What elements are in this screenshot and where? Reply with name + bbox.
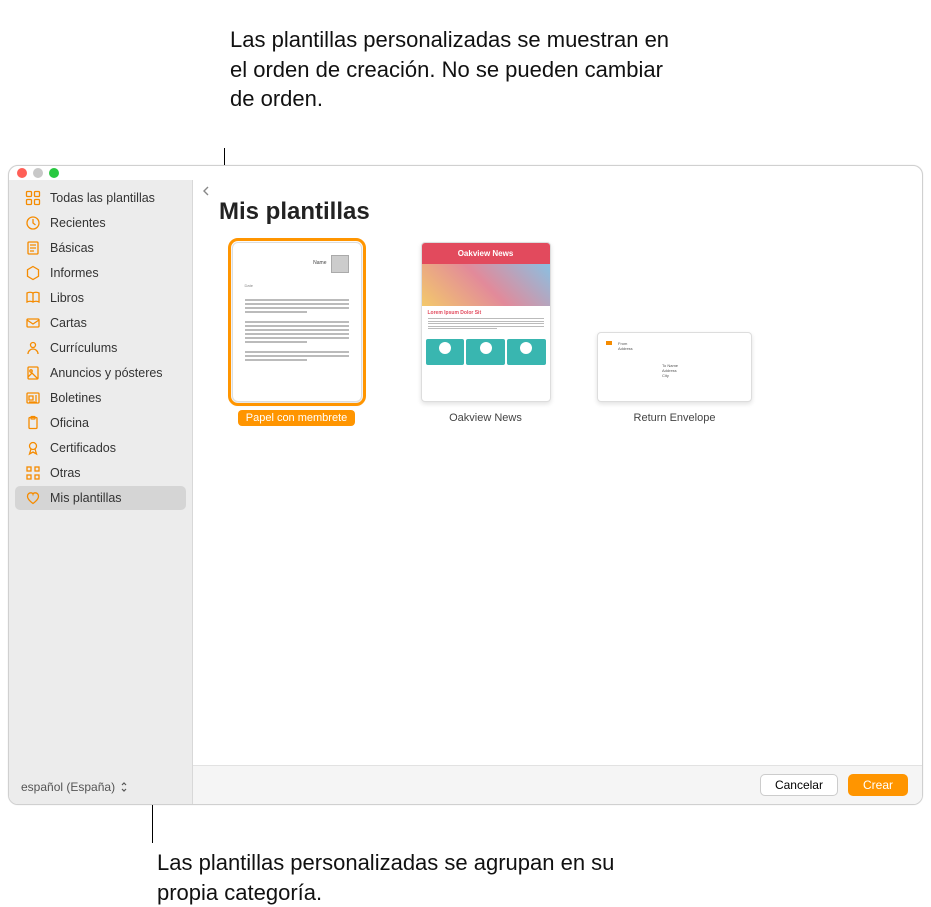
template-thumbnail: Name Date [232, 242, 362, 402]
window-body: Todas las plantillas Recientes Básicas I… [9, 180, 922, 804]
cancel-button[interactable]: Cancelar [760, 774, 838, 796]
template-item-oakview-news[interactable]: Oakview News Lorem Ipsum Dolor Sit Oakvi… [408, 242, 563, 426]
sidebar-list: Todas las plantillas Recientes Básicas I… [9, 186, 192, 772]
template-thumbnail: Oakview News Lorem Ipsum Dolor Sit [421, 242, 551, 402]
template-thumbnail: FromAddress To NameAddressCity [597, 332, 752, 402]
sidebar-item-label: Informes [50, 266, 99, 280]
close-window-button[interactable] [17, 168, 27, 178]
hex-icon [25, 265, 41, 281]
envelope-icon [25, 315, 41, 331]
sidebar-item-label: Mis plantillas [50, 491, 122, 505]
sidebar-item-certificates[interactable]: Certificados [15, 436, 186, 460]
sidebar-item-resumes[interactable]: Currículums [15, 336, 186, 360]
sidebar-item-label: Anuncios y pósteres [50, 366, 163, 380]
language-selector[interactable]: español (España) [9, 772, 192, 804]
sidebar-item-letters[interactable]: Cartas [15, 311, 186, 335]
newsletter-header: Oakview News [422, 243, 550, 264]
person-icon [25, 340, 41, 356]
sidebar-item-books[interactable]: Libros [15, 286, 186, 310]
sidebar-item-label: Cartas [50, 316, 87, 330]
titlebar [9, 166, 922, 180]
minimize-window-button[interactable] [33, 168, 43, 178]
sidebar-item-label: Otras [50, 466, 81, 480]
sidebar-item-flyers[interactable]: Anuncios y pósteres [15, 361, 186, 385]
chevron-left-icon [199, 184, 213, 198]
sidebar-item-label: Boletines [50, 391, 101, 405]
sidebar-item-label: Certificados [50, 441, 116, 455]
grid2-icon [25, 465, 41, 481]
template-item-letterhead[interactable]: Name Date [219, 242, 374, 426]
chevron-updown-icon [119, 780, 129, 794]
sidebar-item-basic[interactable]: Básicas [15, 236, 186, 260]
annotation-bottom: Las plantillas personalizadas se agrupan… [157, 848, 637, 907]
heart-icon [25, 490, 41, 506]
award-icon [25, 440, 41, 456]
template-label: Papel con membrete [238, 410, 356, 426]
newspaper-icon [25, 390, 41, 406]
sidebar-item-all-templates[interactable]: Todas las plantillas [15, 186, 186, 210]
sidebar-item-my-templates[interactable]: Mis plantillas [15, 486, 186, 510]
doc-icon [25, 240, 41, 256]
sidebar-item-recents[interactable]: Recientes [15, 211, 186, 235]
sidebar-item-label: Recientes [50, 216, 106, 230]
template-grid: Name Date [193, 238, 922, 430]
sidebar-item-reports[interactable]: Informes [15, 261, 186, 285]
maximize-window-button[interactable] [49, 168, 59, 178]
sidebar-item-label: Currículums [50, 341, 117, 355]
template-item-return-envelope[interactable]: FromAddress To NameAddressCity Return En… [597, 332, 752, 426]
sidebar-item-newsletters[interactable]: Boletines [15, 386, 186, 410]
grid-icon [25, 190, 41, 206]
page-title: Mis plantillas [193, 180, 922, 238]
sidebar: Todas las plantillas Recientes Básicas I… [9, 180, 193, 804]
language-label: español (España) [21, 780, 115, 794]
newsletter-subheading: Lorem Ipsum Dolor Sit [428, 310, 544, 316]
sidebar-item-label: Todas las plantillas [50, 191, 155, 205]
annotation-top: Las plantillas personalizadas se muestra… [230, 25, 670, 114]
sidebar-item-other[interactable]: Otras [15, 461, 186, 485]
sidebar-item-label: Oficina [50, 416, 89, 430]
template-label: Oakview News [441, 410, 530, 426]
collapse-sidebar-button[interactable] [199, 184, 213, 198]
clipboard-icon [25, 415, 41, 431]
clock-icon [25, 215, 41, 231]
template-chooser-window: Todas las plantillas Recientes Básicas I… [8, 165, 923, 805]
sidebar-item-label: Básicas [50, 241, 94, 255]
sidebar-item-stationery[interactable]: Oficina [15, 411, 186, 435]
footer: Cancelar Crear [193, 765, 922, 804]
main-content: Mis plantillas Name Date [193, 180, 922, 804]
template-label: Return Envelope [626, 410, 724, 426]
poster-icon [25, 365, 41, 381]
create-button[interactable]: Crear [848, 774, 908, 796]
book-icon [25, 290, 41, 306]
sidebar-item-label: Libros [50, 291, 84, 305]
